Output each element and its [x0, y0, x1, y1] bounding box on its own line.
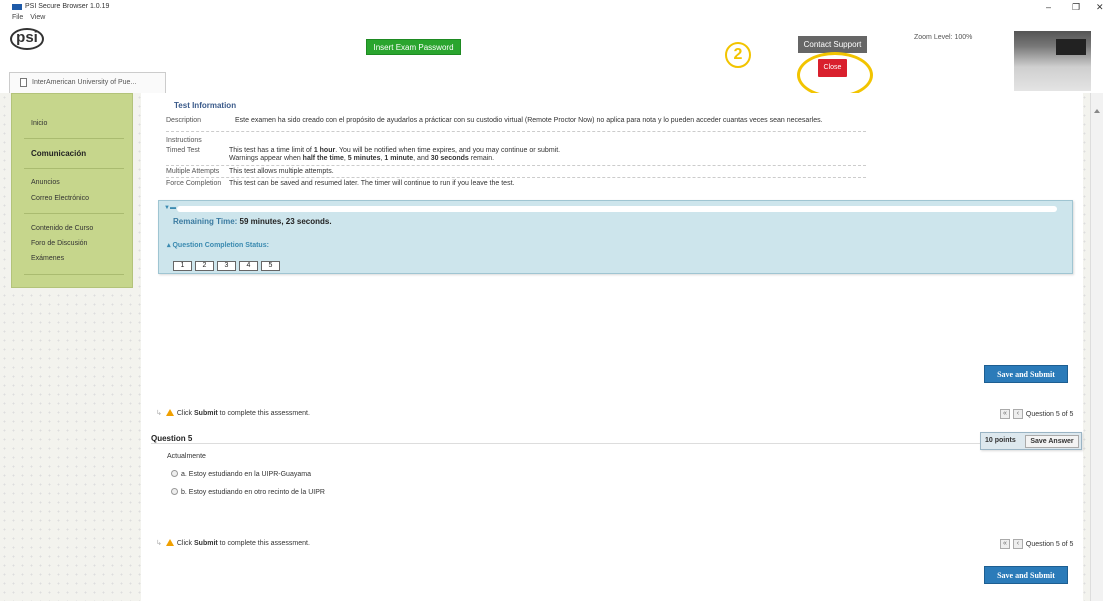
webcam-object: [1056, 39, 1086, 55]
window-titlebar: PSI Secure Browser 1.0.19 – ❐ ✕: [0, 0, 1103, 16]
radio-button[interactable]: [171, 488, 178, 495]
first-question-button[interactable]: «: [1000, 409, 1010, 419]
menu-file[interactable]: File: [12, 14, 23, 21]
contact-support-button[interactable]: Contact Support: [798, 36, 867, 53]
question-divider: [151, 443, 981, 444]
sidebar-item-examenes[interactable]: Exámenes: [31, 255, 64, 262]
question-nav-3[interactable]: 3: [217, 261, 236, 271]
warning-icon: [165, 409, 174, 416]
sidebar-divider: [24, 213, 124, 214]
browser-tab-label: InterAmerican University of Pue...: [32, 79, 137, 86]
row-divider: [166, 165, 866, 166]
first-question-button[interactable]: «: [1000, 539, 1010, 549]
timed-test-line1: This test has a time limit of 1 hour. Yo…: [229, 147, 561, 154]
sidebar-item-contenido[interactable]: Contenido de Curso: [31, 225, 93, 232]
sidebar-item-correo[interactable]: Correo Electrónico: [31, 195, 89, 202]
sidebar-divider: [24, 138, 124, 139]
webcam-preview: [1014, 31, 1091, 91]
scroll-up-icon[interactable]: [1094, 109, 1100, 113]
radio-button[interactable]: [171, 470, 178, 477]
document-icon: [20, 78, 27, 87]
browser-tab[interactable]: InterAmerican University of Pue...: [9, 72, 166, 93]
save-answer-button[interactable]: Save Answer: [1025, 435, 1079, 448]
psi-logo: psi: [10, 28, 44, 50]
psi-app-icon: [12, 4, 22, 10]
save-and-submit-button-bottom[interactable]: Save and Submit: [984, 566, 1068, 584]
timed-test-label: Timed Test: [166, 147, 200, 154]
answer-option-a[interactable]: a. Estoy estudiando en la UIPR-Guayama: [171, 470, 311, 478]
main-content: Test Information Description Este examen…: [141, 93, 1083, 601]
question-navigator: 1 2 3 4 5: [173, 261, 283, 271]
menu-view[interactable]: View: [30, 14, 45, 21]
menubar: File View: [12, 14, 50, 21]
multiple-attempts-text: This test allows multiple attempts.: [229, 168, 334, 175]
answer-option-b[interactable]: b. Estoy estudiando en otro recinto de l…: [171, 488, 325, 496]
maximize-button[interactable]: ❐: [1072, 2, 1080, 13]
timer-progress-bar: [177, 206, 1057, 212]
expand-arrow-icon: ↳: [156, 410, 162, 417]
submit-notice-bottom: ↳ Click Submit to complete this assessmen…: [156, 539, 310, 547]
row-divider: [166, 131, 866, 132]
description-text: Este examen ha sido creado con el propós…: [235, 117, 823, 124]
insert-exam-password-button[interactable]: Insert Exam Password: [366, 39, 461, 55]
points-value: 10 points: [985, 437, 1016, 444]
question-position-label: Question 5 of 5: [1025, 410, 1074, 418]
row-divider: [166, 177, 866, 178]
minimize-button[interactable]: –: [1046, 2, 1051, 12]
window-close-button[interactable]: ✕: [1096, 2, 1103, 13]
remaining-time: Remaining Time: 59 minutes, 23 seconds.: [173, 217, 332, 226]
multiple-attempts-label: Multiple Attempts: [166, 168, 220, 175]
highlight-circle: [797, 52, 873, 98]
vertical-scrollbar[interactable]: [1090, 93, 1103, 601]
timer-panel: ▼▬ Remaining Time: 59 minutes, 23 second…: [158, 200, 1073, 274]
question-pager-top: « ‹ Question 5 of 5: [1000, 409, 1073, 419]
question-nav-1[interactable]: 1: [173, 261, 192, 271]
force-completion-text: This test can be saved and resumed later…: [229, 180, 515, 187]
psi-toolbar: psi InterAmerican University of Pue... I…: [0, 22, 1103, 98]
step-number-badge: 2: [725, 42, 751, 68]
question-pager-bottom: « ‹ Question 5 of 5: [1000, 539, 1073, 549]
test-information-heading: Test Information: [174, 101, 237, 110]
sidebar-item-anuncios[interactable]: Anuncios: [31, 179, 60, 186]
points-panel: 10 points Save Answer: [980, 432, 1082, 450]
previous-question-button[interactable]: ‹: [1012, 539, 1023, 549]
question-nav-5[interactable]: 5: [261, 261, 280, 271]
question-title: Question 5: [151, 434, 193, 443]
sidebar-item-inicio[interactable]: Inicio: [31, 120, 47, 127]
question-text: Actualmente: [167, 453, 206, 460]
sidebar-item-comunicacion[interactable]: Comunicación: [31, 149, 86, 158]
warning-icon: [165, 539, 174, 546]
collapse-toggle-icon[interactable]: ▼▬: [164, 205, 176, 211]
question-completion-status[interactable]: ▴ Question Completion Status:: [167, 241, 269, 249]
question-nav-2[interactable]: 2: [195, 261, 214, 271]
description-label: Description: [166, 117, 202, 124]
save-and-submit-button-top[interactable]: Save and Submit: [984, 365, 1068, 383]
question-nav-4[interactable]: 4: [239, 261, 258, 271]
sidebar-divider: [24, 168, 124, 169]
zoom-level-label: Zoom Level: 100%: [914, 34, 973, 41]
expand-arrow-icon: ↳: [156, 540, 162, 547]
instructions-label: Instructions: [166, 137, 202, 144]
previous-question-button[interactable]: ‹: [1012, 409, 1023, 419]
submit-notice-top: ↳ Click Submit to complete this assessmen…: [156, 409, 310, 417]
sidebar-divider: [24, 274, 124, 275]
force-completion-label: Force Completion: [166, 180, 222, 187]
timed-test-line2: Warnings appear when half the time, 5 mi…: [229, 155, 495, 162]
question-position-label: Question 5 of 5: [1025, 540, 1074, 548]
sidebar-item-foro[interactable]: Foro de Discusión: [31, 240, 87, 247]
course-sidebar: Inicio Comunicación Anuncios Correo Elec…: [11, 93, 133, 288]
window-title: PSI Secure Browser 1.0.19: [25, 3, 110, 10]
